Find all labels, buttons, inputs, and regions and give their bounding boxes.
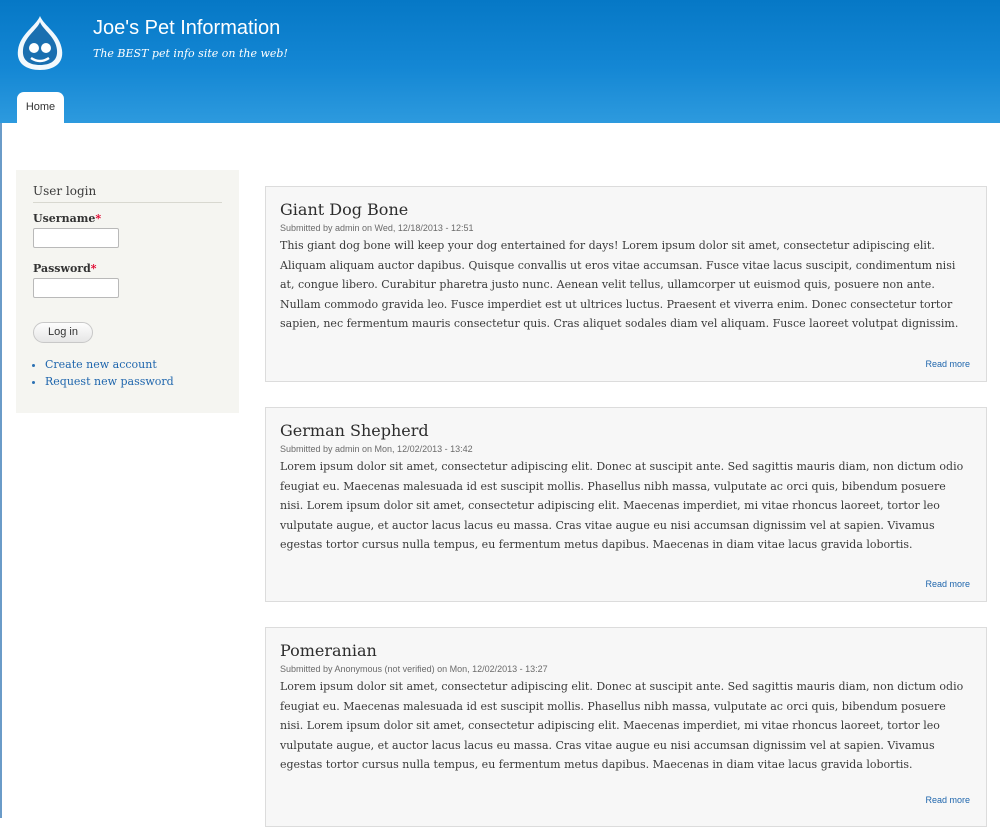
username-input[interactable] xyxy=(33,228,119,248)
username-label-text: Username xyxy=(33,212,96,225)
list-item: Request new password xyxy=(45,375,222,388)
article-teaser: Giant Dog Bone Submitted by admin on Wed… xyxy=(265,186,987,382)
username-label: Username* xyxy=(33,212,222,225)
login-links: Create new account Request new password xyxy=(33,358,222,388)
article-body: This giant dog bone will keep your dog e… xyxy=(280,239,959,330)
password-input[interactable] xyxy=(33,278,119,298)
request-password-link[interactable]: Request new password xyxy=(45,375,174,388)
tab-home[interactable]: Home xyxy=(17,92,64,123)
article-title[interactable]: Pomeranian xyxy=(280,641,972,660)
block-title: User login xyxy=(33,184,222,203)
required-marker: * xyxy=(90,262,97,275)
article-submitted: Submitted by Anonymous (not verified) on… xyxy=(280,664,548,674)
site-slogan: The BEST pet info site on the web! xyxy=(93,47,288,60)
required-marker: * xyxy=(95,212,102,225)
read-more-link[interactable]: Read more xyxy=(925,579,970,589)
drupal-drop-icon[interactable] xyxy=(14,14,66,72)
article-title[interactable]: German Shepherd xyxy=(280,421,972,440)
list-item: Create new account xyxy=(45,358,222,371)
article-teaser: Pomeranian Submitted by Anonymous (not v… xyxy=(265,627,987,827)
password-label: Password* xyxy=(33,262,222,275)
read-more-link[interactable]: Read more xyxy=(925,359,970,369)
article-submitted: Submitted by admin on Wed, 12/18/2013 - … xyxy=(280,223,474,233)
password-label-text: Password xyxy=(33,262,91,275)
user-login-block: User login Username* Password* Log in Cr… xyxy=(16,170,239,413)
article-submitted: Submitted by admin on Mon, 12/02/2013 - … xyxy=(280,444,473,454)
login-button[interactable]: Log in xyxy=(33,322,93,343)
article-title[interactable]: Giant Dog Bone xyxy=(280,200,972,219)
username-field-group: Username* xyxy=(33,212,222,248)
create-account-link[interactable]: Create new account xyxy=(45,358,157,371)
site-name[interactable]: Joe's Pet Information xyxy=(93,17,280,40)
article-body: Lorem ipsum dolor sit amet, consectetur … xyxy=(280,460,964,551)
read-more-link[interactable]: Read more xyxy=(925,795,970,805)
article-teaser: German Shepherd Submitted by admin on Mo… xyxy=(265,407,987,602)
password-field-group: Password* xyxy=(33,262,222,298)
article-body: Lorem ipsum dolor sit amet, consectetur … xyxy=(280,680,964,771)
site-header: Joe's Pet Information The BEST pet info … xyxy=(0,0,1000,123)
